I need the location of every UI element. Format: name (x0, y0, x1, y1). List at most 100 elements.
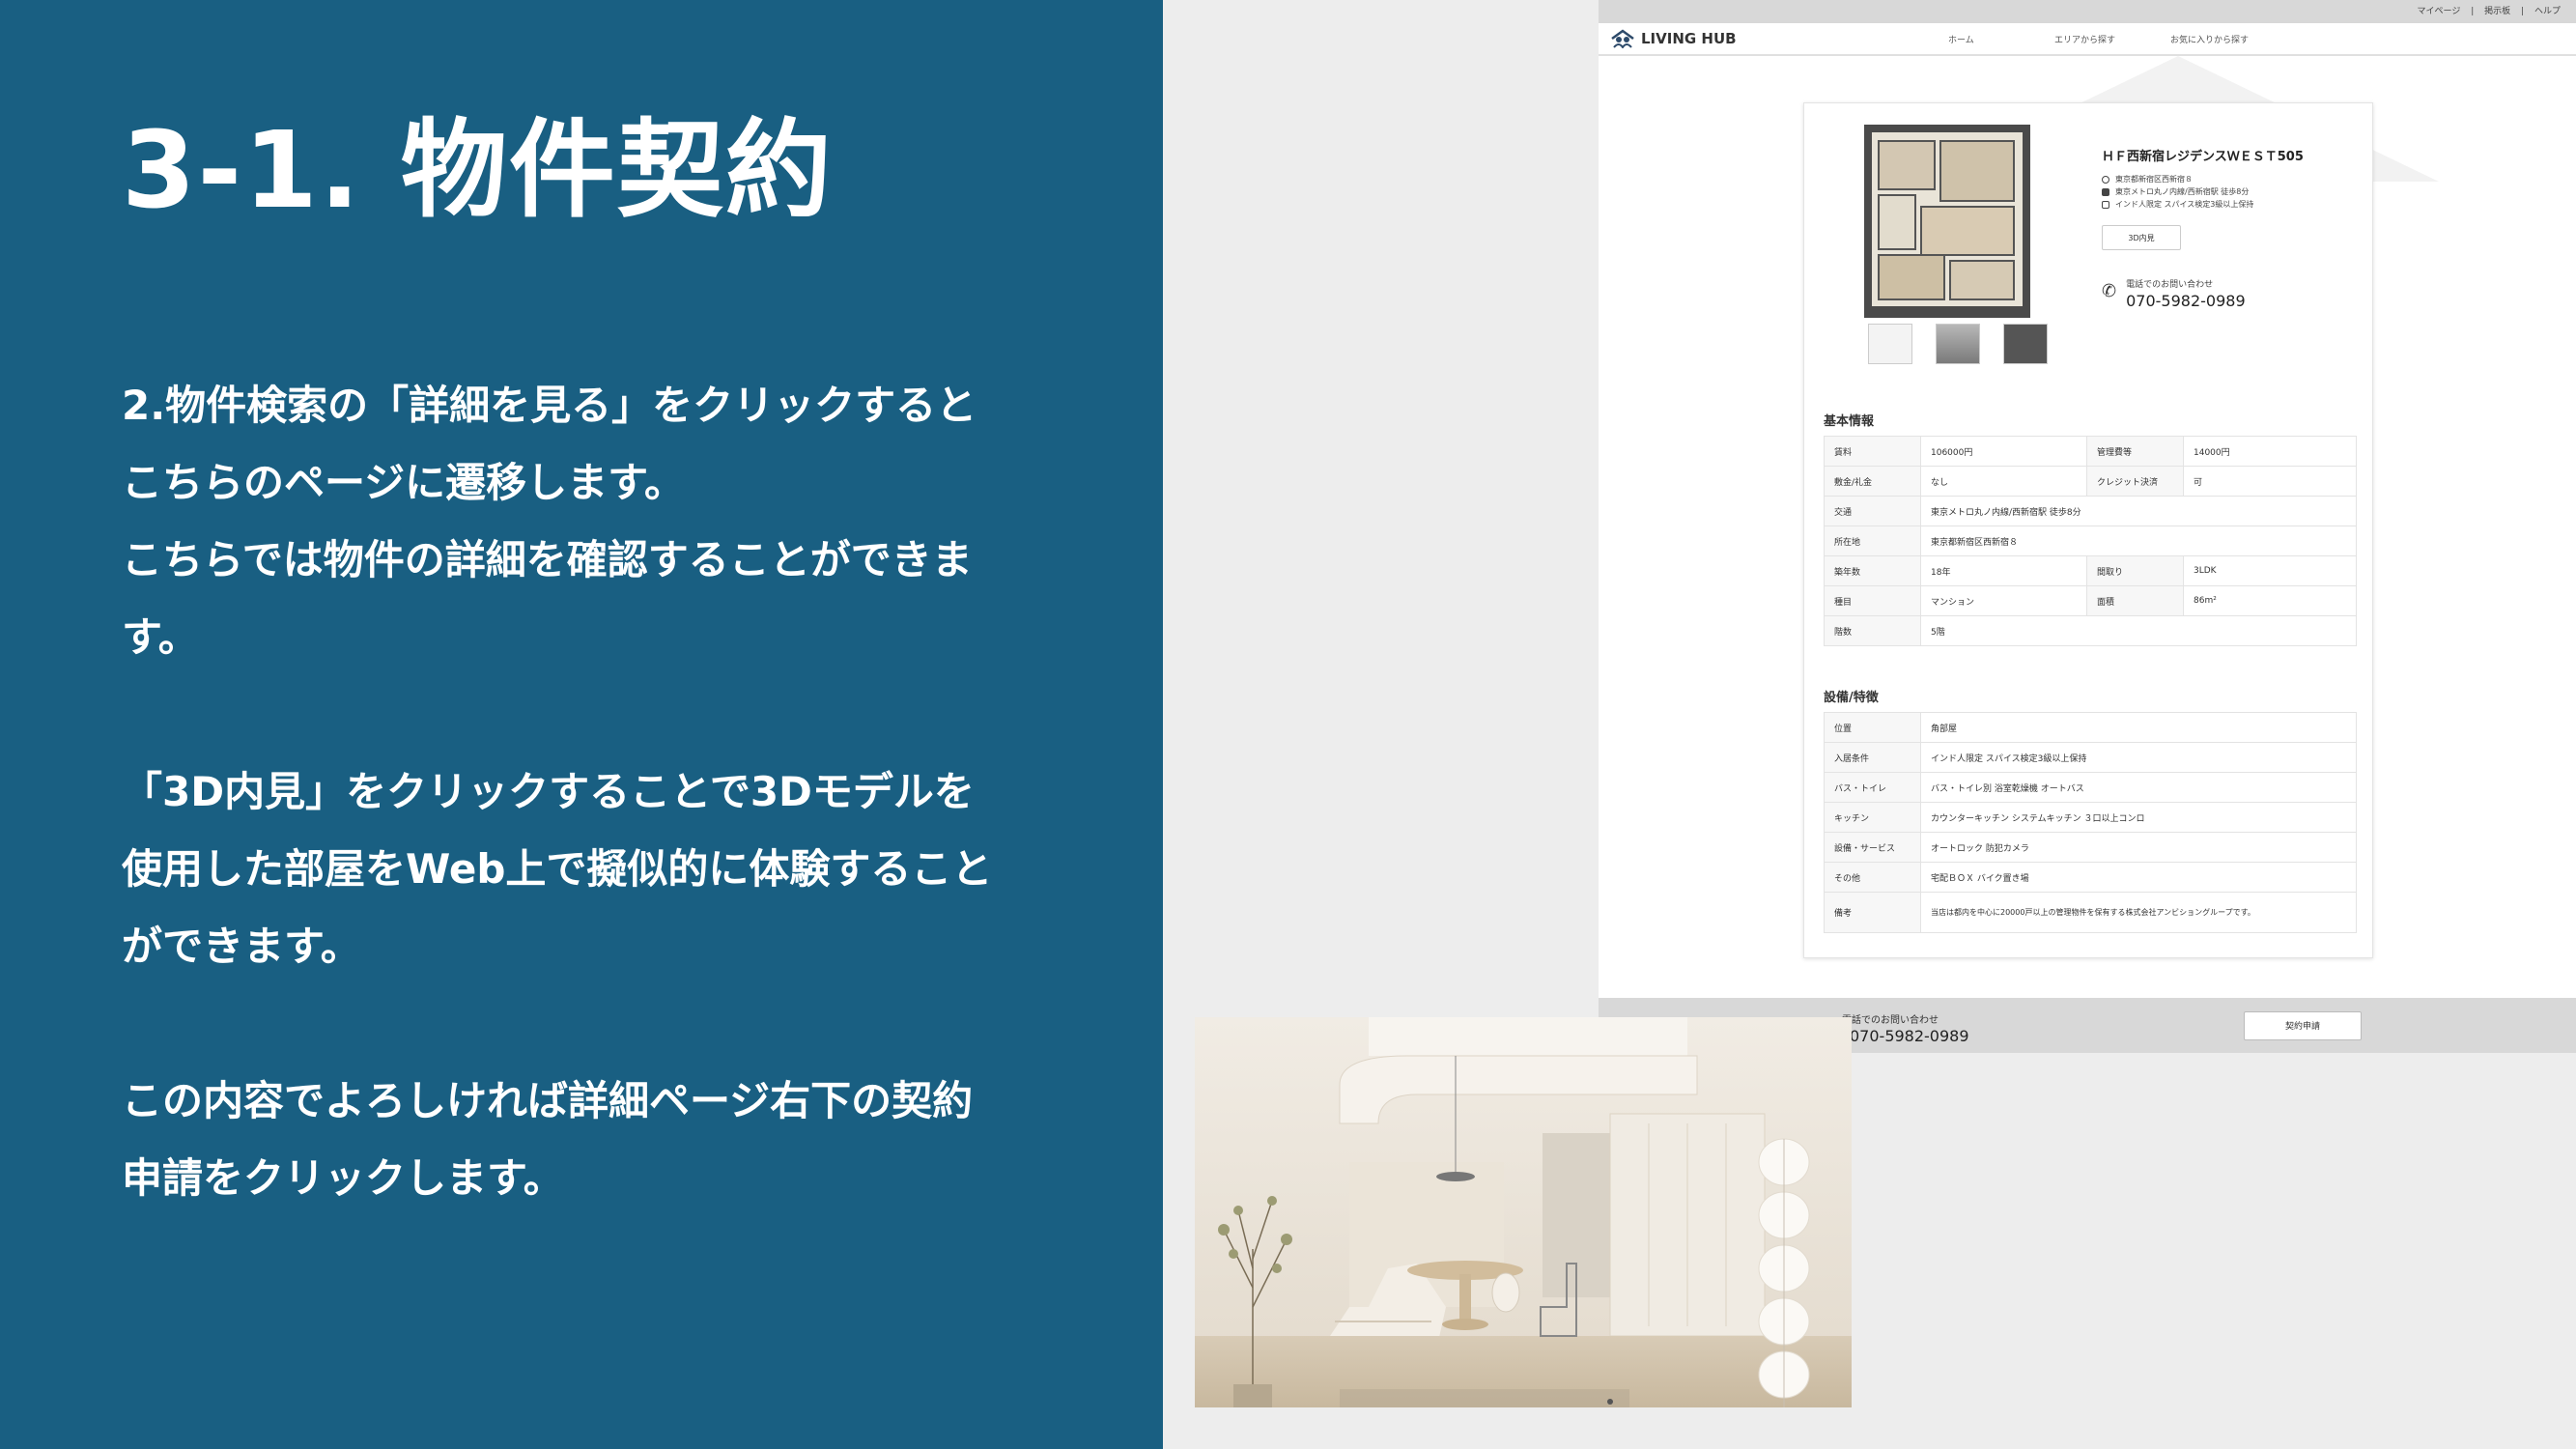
property-condition: インド人限定 スパイス検定3級以上保持 (2115, 200, 2254, 209)
phone-icon: ✆ (2102, 281, 2117, 301)
table-value: 86m² (2183, 585, 2357, 616)
property-address: 東京都新宿区西新宿８ (2115, 175, 2193, 184)
table-value: 東京メトロ丸ノ内線/西新宿駅 徒歩8分 (1920, 496, 2357, 526)
features-table: 位置 角部屋 入居条件 インド人限定 スパイス検定3級以上保持 バス・トイレ バス・ト… (1824, 712, 2357, 933)
body-line (122, 985, 1049, 1063)
phone-contact: ✆ 電話でのお問い合わせ 070-5982-0989 (2102, 277, 2246, 310)
footer-phone-number[interactable]: 070-5982-0989 (1850, 1027, 1969, 1045)
main-nav: ホーム エリアから探す お気に入りから探す (1948, 33, 2249, 45)
table-row: 敷金/礼金 なし クレジット決済 可 (1824, 466, 2357, 497)
property-card: ＨＦ西新宿レジデンスＷＥＳＴ505 東京都新宿区西新宿８ 東京メトロ丸ノ内線/西… (1803, 102, 2373, 958)
property-access: 東京メトロ丸ノ内線/西新宿駅 徒歩8分 (2115, 187, 2250, 196)
footer-phone-label: 電話でのお問い合わせ (1842, 1015, 1939, 1026)
features-title: 設備/特徴 (1824, 691, 1879, 705)
table-value: 宅配ＢＯＸ バイク置き場 (1920, 862, 2357, 893)
table-value: バス・トイレ別 浴室乾燥機 オートバス (1920, 772, 2357, 803)
train-icon (2102, 187, 2109, 196)
floorplan-image[interactable] (1864, 125, 2030, 318)
3d-tour-button[interactable]: 3D内見 (2102, 225, 2181, 250)
table-row: 設備・サービス オートロック 防犯カメラ (1824, 832, 2357, 863)
util-separator: | (2521, 7, 2525, 16)
body-line: 2.物件検索の「詳細を見る」をクリックすると (122, 382, 977, 429)
slide-left-panel: 3-1. 物件契約 2.物件検索の「詳細を見る」をクリックすると こちらのページ… (0, 0, 1163, 1449)
body-line: 「3D内見」をクリックすることで3Dモデルを (122, 768, 975, 815)
slide-title: 3-1. 物件契約 (122, 108, 834, 232)
body-line (122, 676, 1049, 753)
thumbnail-building[interactable] (1936, 324, 1980, 364)
table-value: カウンターキッチン システムキッチン ３口以上コンロ (1920, 802, 2357, 833)
table-value: 当店は都内を中心に20000戸以上の管理物件を保有する株式会社アンビショングルー… (1920, 892, 2357, 933)
image-thumbnails (1868, 324, 2048, 364)
property-detail-screenshot: マイページ | 掲示板 | ヘルプ LIVING HUB ホーム エリアから探す… (1599, 0, 2576, 1053)
nav-home[interactable]: ホーム (1948, 33, 2054, 45)
table-label: 階数 (1824, 615, 1921, 646)
table-label: 位置 (1824, 712, 1921, 743)
table-label: 交通 (1824, 496, 1921, 526)
table-label: 管理費等 (2086, 436, 2184, 467)
house-people-icon (1611, 29, 1634, 48)
util-link-mypage[interactable]: マイページ (2418, 7, 2461, 16)
table-label: 入居条件 (1824, 742, 1921, 773)
site-logo[interactable]: LIVING HUB (1610, 29, 1737, 48)
table-row: 種目 マンション 面積 86m² (1824, 585, 2357, 616)
phone-label: 電話でのお問い合わせ (2126, 280, 2214, 290)
page-content: ＨＦ西新宿レジデンスＷＥＳＴ505 東京都新宿区西新宿８ 東京メトロ丸ノ内線/西… (1599, 56, 2576, 998)
table-row: 所在地 東京都新宿区西新宿８ (1824, 526, 2357, 556)
logo-text: LIVING HUB (1641, 30, 1737, 47)
table-value: 3LDK (2183, 555, 2357, 586)
nav-area-search[interactable]: エリアから探す (2054, 33, 2170, 45)
table-value: 5階 (1920, 615, 2357, 646)
table-value: インド人限定 スパイス検定3級以上保持 (1920, 742, 2357, 773)
property-name: ＨＦ西新宿レジデンスＷＥＳＴ505 (2102, 150, 2304, 164)
basic-info-table: 賃料 106000円 管理費等 14000円 敷金/礼金 なし クレジット決済 … (1824, 436, 2357, 646)
table-row: 位置 角部屋 (1824, 712, 2357, 743)
body-line: ができます。 (122, 923, 361, 970)
table-row: 交通 東京メトロ丸ノ内線/西新宿駅 徒歩8分 (1824, 496, 2357, 526)
body-line: こちらでは物件の詳細を確認することができま (122, 536, 973, 583)
apply-contract-button[interactable]: 契約申請 (2244, 1011, 2362, 1040)
table-value: 18年 (1920, 555, 2087, 586)
table-value: なし (1920, 466, 2087, 497)
thumbnail-plan-detail[interactable] (2003, 324, 2048, 364)
table-label: 面積 (2086, 585, 2184, 616)
basic-info-title: 基本情報 (1824, 414, 1875, 429)
nav-favorites[interactable]: お気に入りから探す (2170, 33, 2249, 45)
table-row: キッチン カウンターキッチン システムキッチン ３口以上コンロ (1824, 802, 2357, 833)
interior-render-image (1195, 1017, 1852, 1407)
thumbnail-floorplan[interactable] (1868, 324, 1912, 364)
util-link-board[interactable]: 掲示板 (2484, 7, 2510, 16)
checkbox-icon (2102, 200, 2109, 209)
table-value: マンション (1920, 585, 2087, 616)
table-row: 備考 当店は都内を中心に20000戸以上の管理物件を保有する株式会社アンビショング… (1824, 892, 2357, 933)
util-link-help[interactable]: ヘルプ (2534, 7, 2561, 16)
utility-bar: マイページ | 掲示板 | ヘルプ (1599, 0, 2576, 23)
table-label: 敷金/礼金 (1824, 466, 1921, 497)
body-line: 申請をクリックします。 (122, 1154, 564, 1202)
table-value: 可 (2183, 466, 2357, 497)
3d-interior-preview[interactable] (1195, 1017, 1852, 1407)
phone-number[interactable]: 070-5982-0989 (2126, 292, 2246, 310)
table-label: クレジット決済 (2086, 466, 2184, 497)
slide-body: 2.物件検索の「詳細を見る」をクリックすると こちらのページに遷移します。 こち… (122, 367, 1049, 1217)
body-line: こちらのページに遷移します。 (122, 459, 685, 506)
table-value: オートロック 防犯カメラ (1920, 832, 2357, 863)
table-row: その他 宅配ＢＯＸ バイク置き場 (1824, 862, 2357, 893)
table-value: 14000円 (2183, 436, 2357, 467)
property-meta: 東京都新宿区西新宿８ 東京メトロ丸ノ内線/西新宿駅 徒歩8分 インド人限定 スパ… (2102, 173, 2253, 211)
util-separator: | (2471, 7, 2475, 16)
table-row: バス・トイレ バス・トイレ別 浴室乾燥機 オートバス (1824, 772, 2357, 803)
location-pin-icon (2102, 175, 2109, 184)
body-line: この内容でよろしければ詳細ページ右下の契約 (122, 1077, 974, 1124)
table-label: その他 (1824, 862, 1921, 893)
table-label: バス・トイレ (1824, 772, 1921, 803)
table-row: 賃料 106000円 管理費等 14000円 (1824, 436, 2357, 467)
floorplan-drawing (1872, 132, 2023, 306)
table-row: 築年数 18年 間取り 3LDK (1824, 555, 2357, 586)
table-value: 角部屋 (1920, 712, 2357, 743)
table-label: 備考 (1824, 892, 1921, 933)
table-row: 階数 5階 (1824, 615, 2357, 646)
table-label: 築年数 (1824, 555, 1921, 586)
body-line: す。 (122, 613, 199, 661)
table-row: 入居条件 インド人限定 スパイス検定3級以上保持 (1824, 742, 2357, 773)
site-navbar: LIVING HUB ホーム エリアから探す お気に入りから探す (1599, 23, 2576, 56)
